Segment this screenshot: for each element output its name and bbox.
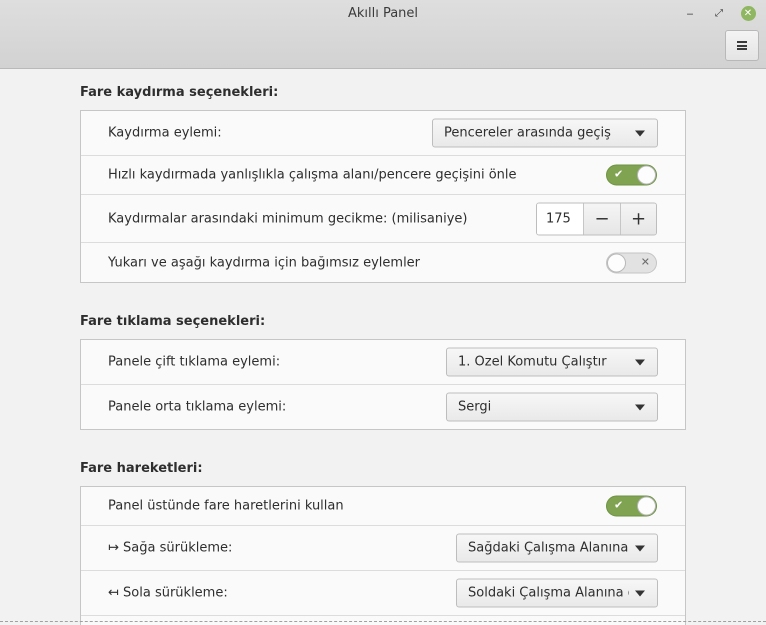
drag-right-value: Sağdaki Çalışma Alanına git xyxy=(468,540,629,556)
title-bar: Akıllı Panel ‒ ⤢ ✕ xyxy=(0,0,766,69)
scroll-action-dropdown[interactable]: Pencereler arasında geçiş xyxy=(432,118,658,148)
toggle-knob xyxy=(637,165,656,185)
scroll-delay-row: Kaydırmalar arasındaki minimum gecikme: … xyxy=(81,195,685,243)
window-title: Akıllı Panel xyxy=(347,6,419,21)
double-click-row: Panele çift tıklama eylemi: 1. Özel Komu… xyxy=(81,340,685,385)
use-gestures-toggle[interactable]: ✔ xyxy=(606,495,657,517)
bottom-edge xyxy=(0,621,766,622)
double-click-value: 1. Özel Komutu Çalıştır xyxy=(458,354,607,370)
drag-left-row: ↤ Sola sürükleme: Soldaki Çalışma Alanın… xyxy=(81,571,685,616)
dropdown-arrow-icon xyxy=(635,130,645,136)
scroll-section-title: Fare kaydırma seçenekleri: xyxy=(80,85,279,100)
minimize-icon[interactable]: ‒ xyxy=(681,4,699,22)
prevent-switch-row: Hızlı kaydırmada yanlışlıkla çalışma ala… xyxy=(81,156,685,195)
click-settings-box: Panele çift tıklama eylemi: 1. Özel Komu… xyxy=(80,339,686,430)
middle-click-dropdown[interactable]: Sergi xyxy=(446,392,658,422)
prevent-switch-label: Hızlı kaydırmada yanlışlıkla çalışma ala… xyxy=(108,167,517,183)
increment-button[interactable]: + xyxy=(620,203,656,234)
settings-content: Fare kaydırma seçenekleri: Kaydırma eyle… xyxy=(0,70,766,625)
scroll-settings-box: Kaydırma eylemi: Pencereler arasında geç… xyxy=(80,110,686,283)
check-icon: ✔ xyxy=(614,167,624,181)
dropdown-arrow-icon xyxy=(635,590,645,596)
scroll-action-label: Kaydırma eylemi: xyxy=(108,125,222,141)
click-section-title: Fare tıklama seçenekleri: xyxy=(80,314,266,329)
decrement-button[interactable]: − xyxy=(584,203,620,234)
middle-click-label: Panele orta tıklama eylemi: xyxy=(108,399,287,415)
dropdown-arrow-icon xyxy=(635,404,645,410)
gestures-settings-box: Panel üstünde fare haretlerini kullan ✔ … xyxy=(80,486,686,625)
x-icon: ✕ xyxy=(640,255,650,268)
drag-left-label: ↤ Sola sürükleme: xyxy=(108,585,228,601)
drag-right-row: ↦ Sağa sürükleme: Sağdaki Çalışma Alanın… xyxy=(81,526,685,571)
maximize-icon[interactable]: ⤢ xyxy=(710,4,728,22)
double-click-dropdown[interactable]: 1. Özel Komutu Çalıştır xyxy=(446,347,658,377)
independent-actions-label: Yukarı ve aşağı kaydırma için bağımsız e… xyxy=(108,255,421,270)
drag-left-dropdown[interactable]: Soldaki Çalışma Alanına git xyxy=(456,578,658,608)
close-icon: ✕ xyxy=(740,5,756,21)
gestures-section-title: Fare hareketleri: xyxy=(80,461,203,476)
independent-actions-toggle[interactable]: ✕ xyxy=(606,252,657,273)
middle-click-row: Panele orta tıklama eylemi: Sergi xyxy=(81,385,685,429)
scroll-action-row: Kaydırma eylemi: Pencereler arasında geç… xyxy=(81,111,685,156)
drag-left-value: Soldaki Çalışma Alanına git xyxy=(468,585,629,601)
scroll-action-value: Pencereler arasında geçiş xyxy=(444,125,611,141)
toggle-knob xyxy=(637,496,656,516)
use-gestures-row: Panel üstünde fare haretlerini kullan ✔ xyxy=(81,487,685,526)
dropdown-arrow-icon xyxy=(635,359,645,365)
toggle-knob xyxy=(607,253,626,272)
drag-right-label: ↦ Sağa sürükleme: xyxy=(108,540,233,556)
scroll-delay-label: Kaydırmalar arasındaki minimum gecikme: … xyxy=(108,211,468,226)
dropdown-arrow-icon xyxy=(635,545,645,551)
scroll-delay-input[interactable]: 175 xyxy=(537,203,584,234)
drag-right-dropdown[interactable]: Sağdaki Çalışma Alanına git xyxy=(456,533,658,563)
prevent-switch-toggle[interactable]: ✔ xyxy=(606,164,657,186)
check-icon: ✔ xyxy=(614,498,624,512)
middle-click-value: Sergi xyxy=(458,399,492,415)
use-gestures-label: Panel üstünde fare haretlerini kullan xyxy=(108,498,344,514)
scroll-delay-stepper: 175 − + xyxy=(536,202,657,235)
menu-button[interactable] xyxy=(725,30,759,61)
hamburger-icon xyxy=(737,41,747,50)
close-button[interactable]: ✕ xyxy=(739,4,757,22)
independent-actions-row: Yukarı ve aşağı kaydırma için bağımsız e… xyxy=(81,243,685,282)
double-click-label: Panele çift tıklama eylemi: xyxy=(108,354,281,370)
